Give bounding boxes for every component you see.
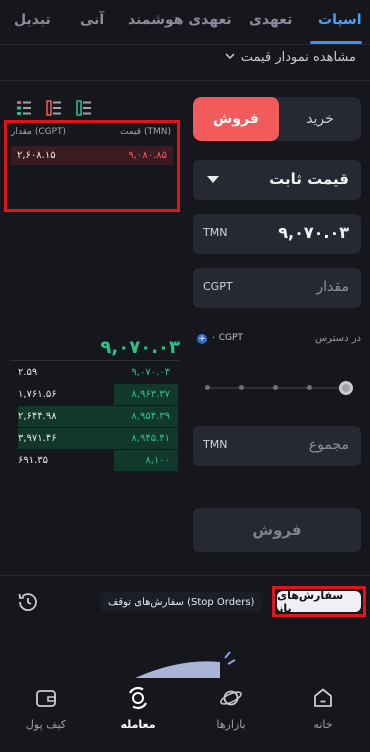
- divider: [0, 575, 370, 576]
- bid-row[interactable]: ۲,۶۴۴.۹۸ ۸,۹۵۴.۳۹: [10, 406, 178, 427]
- tab-convert[interactable]: تبدیل: [14, 12, 51, 28]
- order-book-view-toggles: [16, 100, 96, 116]
- order-book-asks: قیمت (TMN) مقدار (CGPT) ۲,۶۰۸.۱۵ ۹,۰۸۰.۸…: [4, 120, 180, 212]
- total-unit: TMN: [203, 438, 228, 451]
- nav-wallet-label: کیف پول: [25, 718, 67, 731]
- price-unit: TMN: [203, 226, 228, 239]
- available-value: ۰ CGPT: [211, 333, 243, 343]
- total-placeholder: مجموع: [308, 437, 349, 453]
- bid-amount: ۶۹۱.۳۵: [18, 455, 49, 466]
- home-icon: [311, 686, 335, 710]
- amount-column-header: مقدار (CGPT): [11, 127, 67, 137]
- nav-home[interactable]: خانه: [283, 680, 363, 752]
- book-bids-only-icon[interactable]: [76, 100, 92, 116]
- empty-state-illustration: [130, 650, 240, 678]
- market-tabs: اسپات تعهدی تعهدی هوشمند آنی تبدیل: [0, 0, 370, 44]
- bid-price: ۸,۱۰۰: [145, 455, 170, 466]
- nav-markets-label: بازارها: [216, 718, 246, 731]
- nav-wallet[interactable]: کیف پول: [6, 680, 86, 752]
- buy-tab[interactable]: خرید: [279, 97, 361, 141]
- bid-row[interactable]: ۳,۹۷۱.۴۶ ۸,۹۴۵.۴۱: [10, 428, 178, 449]
- bid-row[interactable]: ۱,۷۶۱.۵۶ ۸,۹۶۳.۳۷: [10, 384, 178, 405]
- amount-input[interactable]: CGPT مقدار: [193, 268, 361, 308]
- bid-row[interactable]: ۶۹۱.۳۵ ۸,۱۰۰: [10, 450, 178, 471]
- price-column-header: قیمت (TMN): [120, 127, 171, 137]
- nav-home-label: خانه: [313, 718, 333, 731]
- bid-amount: ۲,۶۴۴.۹۸: [18, 411, 57, 422]
- available-label: در دسترس: [314, 333, 361, 344]
- caret-down-icon: [207, 176, 219, 183]
- sell-tab[interactable]: فروش: [193, 97, 279, 141]
- nav-markets[interactable]: بازارها: [191, 680, 271, 752]
- price-value: ۹,۰۷۰.۰۳: [278, 223, 349, 242]
- slider-step-75[interactable]: [307, 385, 312, 390]
- book-asks-only-icon[interactable]: [46, 100, 62, 116]
- amount-placeholder: مقدار: [316, 279, 349, 295]
- bid-amount: ۲.۵۹: [18, 367, 38, 378]
- nav-trade-label: معامله: [120, 718, 156, 731]
- buy-sell-toggle: فروش خرید: [193, 97, 361, 141]
- submit-sell-button[interactable]: فروش: [193, 508, 361, 552]
- ask-amount: ۲,۶۰۸.۱۵: [17, 150, 56, 161]
- book-both-sides-icon[interactable]: [16, 100, 32, 116]
- trade-icon: [126, 686, 150, 710]
- bid-amount: ۱,۷۶۱.۵۶: [18, 389, 57, 400]
- wallet-icon: [34, 686, 58, 710]
- planet-icon: [219, 686, 243, 710]
- open-orders-tab[interactable]: سفارش‌های باز: [277, 589, 361, 615]
- bid-amount: ۳,۹۷۱.۴۶: [18, 433, 57, 444]
- slider-step-25[interactable]: [239, 385, 244, 390]
- deposit-plus-icon[interactable]: +: [197, 334, 207, 344]
- divider: [10, 360, 180, 361]
- tab-spot[interactable]: اسپات: [318, 12, 362, 28]
- bid-price: ۸,۹۴۵.۴۱: [131, 433, 170, 444]
- order-type-select[interactable]: قیمت ثابت: [193, 160, 361, 200]
- divider: [0, 44, 370, 45]
- total-input[interactable]: TMN مجموع: [193, 426, 361, 466]
- amount-unit: CGPT: [203, 280, 233, 293]
- price-input[interactable]: TMN ۹,۰۷۰.۰۳: [193, 214, 361, 254]
- order-type-value: قیمت ثابت: [269, 170, 349, 188]
- last-trade-price[interactable]: ۹,۰۷۰.۰۳: [10, 337, 180, 358]
- nav-trade[interactable]: معامله: [98, 680, 178, 752]
- tab-smart-margin[interactable]: تعهدی هوشمند: [128, 12, 232, 28]
- bid-price: ۹,۰۷۰.۰۳: [131, 367, 170, 378]
- divider: [0, 80, 370, 81]
- open-orders-highlight: سفارش‌های باز: [272, 586, 366, 617]
- slider-step-0[interactable]: [205, 385, 210, 390]
- stop-orders-tab[interactable]: سفارش‌های توقف (Stop Orders): [100, 592, 263, 612]
- slider-step-50[interactable]: [273, 385, 278, 390]
- ask-row[interactable]: ۲,۶۰۸.۱۵ ۹,۰۸۰.۸۵: [11, 146, 173, 165]
- bid-price: ۸,۹۶۳.۳۷: [131, 389, 170, 400]
- ask-price: ۹,۰۸۰.۸۵: [128, 150, 167, 161]
- price-chart-toggle[interactable]: مشاهده نمودار قیمت: [225, 50, 356, 65]
- chart-toggle-label: مشاهده نمودار قیمت: [240, 50, 356, 65]
- chevron-down-icon: [225, 51, 235, 64]
- amount-percent-slider[interactable]: [193, 376, 361, 400]
- bid-price: ۸,۹۵۴.۳۹: [131, 411, 170, 422]
- bottom-navigation: خانه بازارها معامله کیف پول: [0, 680, 370, 752]
- order-history-icon[interactable]: [16, 590, 40, 614]
- tab-instant[interactable]: آنی: [80, 12, 104, 28]
- slider-thumb[interactable]: [339, 381, 353, 395]
- bid-row[interactable]: ۲.۵۹ ۹,۰۷۰.۰۳: [10, 362, 178, 383]
- tab-margin[interactable]: تعهدی: [249, 12, 292, 28]
- available-balance: در دسترس ۰ CGPT +: [193, 333, 361, 347]
